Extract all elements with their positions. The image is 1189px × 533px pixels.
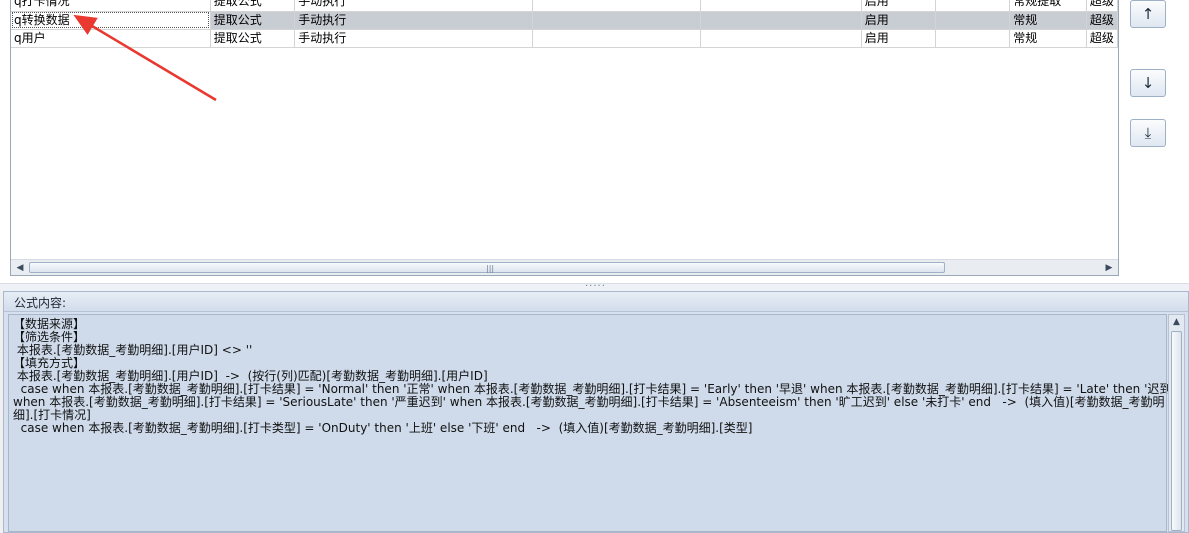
table-cell-name[interactable]: q用户 [11, 29, 211, 48]
move-up-button[interactable]: ↑ [1130, 0, 1166, 28]
table-cell-c7[interactable] [935, 0, 1011, 12]
table-cell-c4[interactable] [532, 29, 701, 48]
table-cell-cat[interactable]: 常规 [1009, 29, 1087, 48]
formula-line: 【数据来源】 [13, 317, 86, 331]
table-cell-name[interactable]: q打卡情况 [11, 0, 211, 12]
table-cell-type[interactable]: 提取公式 [210, 29, 296, 48]
table-cell-c4[interactable] [532, 0, 701, 12]
formula-line: when 本报表.[考勤数据_考勤明细].[打卡结果] = 'SeriousLa… [13, 395, 1165, 409]
table-cell-c5[interactable] [700, 29, 862, 48]
vertical-scrollbar[interactable]: ▲ [1168, 314, 1185, 532]
table-row[interactable]: q用户 提取公式 手动执行 启用 常规 超级 [11, 29, 1118, 48]
table-cell-status[interactable]: 启用 [861, 29, 937, 48]
table-cell-c5[interactable] [700, 11, 862, 30]
table-cell-c7[interactable] [935, 11, 1011, 30]
formula-panel-title: 公式内容: [14, 296, 67, 310]
formula-panel-header: 公式内容: [4, 292, 1188, 312]
move-down-button[interactable]: ↓ [1130, 69, 1166, 97]
scroll-right-arrow-icon[interactable]: ▶ [1102, 262, 1116, 274]
scroll-left-arrow-icon[interactable]: ◀ [13, 262, 27, 274]
arrow-up-icon: ↑ [1141, 5, 1155, 23]
formula-content-panel: 公式内容: 【数据来源】 【筛选条件】 本报表.[考勤数据_考勤明细].[用户ID… [3, 291, 1189, 533]
scroll-grip-icon: ||| [486, 264, 495, 273]
table-cell-status[interactable]: 启用 [861, 0, 937, 12]
table-cell-level[interactable]: 超级 [1086, 29, 1118, 48]
table-cell-mode[interactable]: 手动执行 [294, 11, 533, 30]
arrow-to-bottom-icon: ⤓ [1144, 124, 1152, 142]
table-cell-status[interactable]: 启用 [861, 11, 937, 30]
table-cell-mode[interactable]: 手动执行 [294, 29, 533, 48]
table-cell-mode[interactable]: 手动执行 [294, 0, 533, 12]
rules-list-pane: q打卡情况 提取公式 手动执行 启用 常规提取 超级 q转换数据 提取公式 手动执行 启用 常规 超级… [0, 0, 1189, 283]
table-row[interactable]: q打卡情况 提取公式 手动执行 启用 常规提取 超级 [11, 0, 1118, 12]
horizontal-scrollbar[interactable]: ◀ ||| ▶ [11, 259, 1118, 275]
table-cell-c7[interactable] [935, 29, 1011, 48]
formula-table: q打卡情况 提取公式 手动执行 启用 常规提取 超级 q转换数据 提取公式 手动执行 启用 常规 超级… [11, 0, 1118, 48]
table-cell-cat[interactable]: 常规 [1009, 11, 1087, 30]
table-cell-name[interactable]: q转换数据 [11, 11, 211, 30]
formula-line: 本报表.[考勤数据_考勤明细].[用户ID] <> '' [13, 343, 253, 357]
formula-text-area[interactable]: 【数据来源】 【筛选条件】 本报表.[考勤数据_考勤明细].[用户ID] <> '… [8, 314, 1175, 532]
pane-splitter[interactable]: ····· [0, 281, 1189, 292]
table-cell-c4[interactable] [532, 11, 701, 30]
table-cell-level[interactable]: 超级 [1086, 11, 1118, 30]
arrow-down-icon: ↓ [1141, 74, 1155, 92]
table-cell-type[interactable]: 提取公式 [210, 11, 296, 30]
formula-grid[interactable]: q打卡情况 提取公式 手动执行 启用 常规提取 超级 q转换数据 提取公式 手动执行 启用 常规 超级… [10, 0, 1119, 276]
table-cell-type[interactable]: 提取公式 [210, 0, 296, 12]
table-cell-c5[interactable] [700, 0, 862, 12]
table-cell-level[interactable]: 超级 [1086, 0, 1118, 12]
move-to-bottom-button[interactable]: ⤓ [1130, 119, 1166, 147]
horizontal-scroll-thumb[interactable]: ||| [29, 262, 945, 273]
vertical-scroll-thumb[interactable] [1171, 331, 1182, 531]
table-row[interactable]: q转换数据 提取公式 手动执行 启用 常规 超级 [11, 11, 1118, 30]
scroll-up-arrow-icon[interactable]: ▲ [1169, 317, 1184, 327]
formula-line: case when 本报表.[考勤数据_考勤明细].[打卡类型] = 'OnDu… [13, 421, 753, 435]
table-cell-cat[interactable]: 常规提取 [1009, 0, 1087, 12]
